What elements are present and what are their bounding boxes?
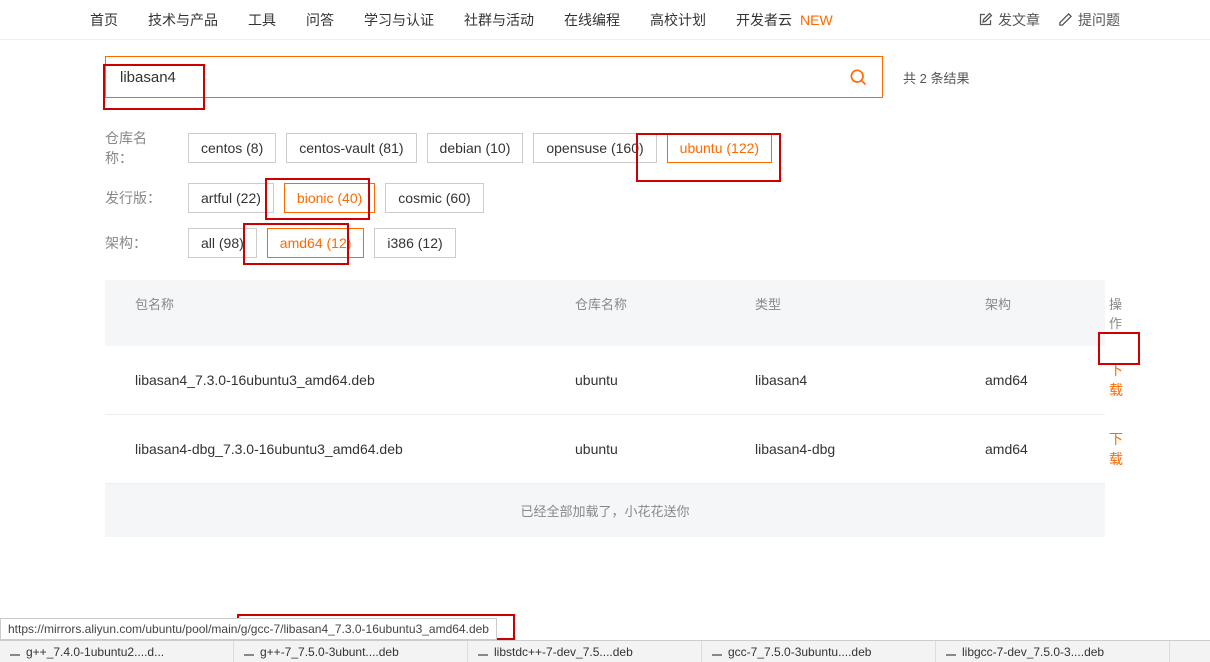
- cell-repo: ubuntu: [575, 372, 755, 388]
- header-repo: 仓库名称: [575, 294, 755, 332]
- browser-tab[interactable]: g++-7_7.5.0-3ubunt....deb: [234, 641, 468, 662]
- results-table: 包名称 仓库名称 类型 架构 操作 libasan4_7.3.0-16ubunt…: [105, 280, 1105, 537]
- loaded-message: 已经全部加载了，小花花送你: [105, 484, 1105, 537]
- pencil-icon: [1058, 12, 1073, 27]
- cell-repo: ubuntu: [575, 441, 755, 457]
- filter-tag-artful[interactable]: artful (22): [188, 183, 274, 213]
- filter-dist-row: 发行版： artful (22) bionic (40) cosmic (60): [105, 183, 1105, 213]
- result-count: 共 2 条结果: [903, 68, 969, 87]
- filter-repo-row: 仓库名称： centos (8) centos-vault (81) debia…: [105, 128, 1105, 168]
- nav-tech[interactable]: 技术与产品: [148, 10, 218, 30]
- cell-arch: amd64: [985, 372, 1109, 388]
- filter-tag-debian[interactable]: debian (10): [427, 133, 524, 163]
- table-header: 包名称 仓库名称 类型 架构 操作: [105, 280, 1105, 346]
- status-bar-url: https://mirrors.aliyun.com/ubuntu/pool/m…: [0, 618, 497, 640]
- filter-tag-i386[interactable]: i386 (12): [374, 228, 455, 258]
- nav-tools[interactable]: 工具: [248, 10, 276, 30]
- filter-tag-all[interactable]: all (98): [188, 228, 257, 258]
- cell-name: libasan4-dbg_7.3.0-16ubuntu3_amd64.deb: [135, 441, 575, 457]
- filter-tag-ubuntu[interactable]: ubuntu (122): [667, 133, 772, 163]
- cell-name: libasan4_7.3.0-16ubuntu3_amd64.deb: [135, 372, 575, 388]
- table-row: libasan4-dbg_7.3.0-16ubuntu3_amd64.deb u…: [105, 415, 1105, 484]
- search-input[interactable]: [120, 57, 848, 97]
- table-row: libasan4_7.3.0-16ubuntu3_amd64.deb ubunt…: [105, 346, 1105, 415]
- nav-home[interactable]: 首页: [90, 10, 118, 30]
- browser-tab[interactable]: libgcc-7-dev_7.5.0-3....deb: [936, 641, 1170, 662]
- filter-arch-row: 架构： all (98) amd64 (12) i386 (12): [105, 228, 1105, 258]
- edit-icon: [978, 12, 993, 27]
- nav-dev-cloud[interactable]: 开发者云: [736, 10, 792, 30]
- download-link[interactable]: 下载: [1109, 429, 1123, 469]
- filter-tag-centos-vault[interactable]: centos-vault (81): [286, 133, 416, 163]
- filter-tag-cosmic[interactable]: cosmic (60): [385, 183, 483, 213]
- search-bar: [105, 56, 883, 98]
- header-type: 类型: [755, 294, 985, 332]
- write-article-button[interactable]: 发文章: [978, 10, 1040, 30]
- nav-new-badge: NEW: [800, 12, 833, 28]
- nav-learn[interactable]: 学习与认证: [364, 10, 434, 30]
- browser-tab[interactable]: g++_7.4.0-1ubuntu2....d...: [0, 641, 234, 662]
- search-icon[interactable]: [848, 67, 868, 87]
- download-link[interactable]: 下载: [1109, 360, 1123, 400]
- filter-dist-label: 发行版：: [105, 188, 173, 208]
- nav-qa[interactable]: 问答: [306, 10, 334, 30]
- browser-tab[interactable]: libstdc++-7-dev_7.5....deb: [468, 641, 702, 662]
- filter-repo-label: 仓库名称：: [105, 128, 173, 168]
- filter-tag-opensuse[interactable]: opensuse (160): [533, 133, 656, 163]
- filter-tag-centos[interactable]: centos (8): [188, 133, 276, 163]
- browser-tab[interactable]: gcc-7_7.5.0-3ubuntu....deb: [702, 641, 936, 662]
- nav-community[interactable]: 社群与活动: [464, 10, 534, 30]
- nav-edu[interactable]: 高校计划: [650, 10, 706, 30]
- cell-type: libasan4-dbg: [755, 441, 985, 457]
- header-op: 操作: [1109, 294, 1122, 332]
- top-nav: 首页 技术与产品 工具 问答 学习与认证 社群与活动 在线编程 高校计划 开发者…: [0, 0, 1210, 40]
- header-arch: 架构: [985, 294, 1109, 332]
- filter-tag-bionic[interactable]: bionic (40): [284, 183, 375, 213]
- header-name: 包名称: [135, 294, 575, 332]
- nav-online-coding[interactable]: 在线编程: [564, 10, 620, 30]
- ask-question-button[interactable]: 提问题: [1058, 10, 1120, 30]
- filter-tag-amd64[interactable]: amd64 (12): [267, 228, 365, 258]
- filter-arch-label: 架构：: [105, 233, 173, 253]
- cell-type: libasan4: [755, 372, 985, 388]
- cell-arch: amd64: [985, 441, 1109, 457]
- browser-download-tabs: g++_7.4.0-1ubuntu2....d... g++-7_7.5.0-3…: [0, 640, 1210, 662]
